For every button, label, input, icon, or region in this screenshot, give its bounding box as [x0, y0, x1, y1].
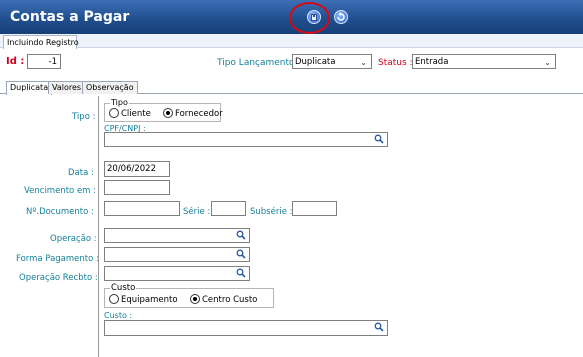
search-icon — [374, 134, 384, 144]
refresh-icon — [337, 12, 345, 21]
status-label: Status : — [378, 58, 413, 68]
radio-centro-custo-label: Centro Custo — [202, 295, 258, 305]
radio-cliente[interactable] — [109, 108, 119, 118]
tab-observacao[interactable]: Observação — [82, 81, 138, 94]
search-icon — [236, 249, 246, 259]
serie-label: Série : — [183, 207, 211, 217]
window-title: Contas a Pagar — [10, 9, 130, 25]
mode-strip — [0, 34, 583, 48]
refresh-button[interactable] — [334, 10, 348, 24]
operacao-recbto-label: Operação Recbto : — [19, 273, 98, 283]
custo-group-title: Custo — [110, 283, 137, 293]
mode-tab-label: Incluindo Registro — [7, 38, 79, 47]
operacao-recbto-input[interactable] — [104, 266, 250, 281]
search-icon — [236, 268, 246, 278]
forma-pagamento-label: Forma Pagamento : — [16, 254, 99, 264]
operacao-input[interactable] — [104, 228, 250, 243]
tipo-group-title: Tipo — [110, 98, 129, 107]
radio-cliente-label: Cliente — [121, 109, 151, 119]
radio-equipamento[interactable] — [109, 294, 119, 304]
subserie-label: Subsérie : — [250, 207, 293, 217]
panel-divider — [98, 96, 99, 357]
tab-valores[interactable]: Valores — [48, 81, 86, 94]
data-input[interactable]: 20/06/2022 — [104, 161, 170, 177]
radio-fornecedor[interactable] — [163, 108, 173, 118]
forma-pagamento-input[interactable] — [104, 247, 250, 262]
status-value: Entrada — [415, 57, 449, 67]
cpf-input[interactable] — [104, 132, 388, 147]
subserie-input[interactable] — [292, 201, 337, 216]
chevron-down-icon: ⌄ — [544, 58, 551, 67]
vencimento-input[interactable] — [104, 180, 170, 195]
vencimento-label: Vencimento em : — [24, 186, 97, 196]
radio-equipamento-label: Equipamento — [121, 295, 178, 305]
tab-duplicata[interactable]: Duplicata — [6, 81, 53, 95]
operacao-label: Operação : — [50, 234, 97, 244]
search-icon — [236, 230, 246, 240]
tipo-lancamento-value: Duplicata — [295, 57, 336, 67]
documento-input[interactable] — [104, 201, 180, 216]
mode-tab: Incluindo Registro — [3, 35, 79, 49]
tipo-label: Tipo : — [72, 112, 96, 122]
custo-label: Custo : — [104, 311, 133, 320]
radio-centro-custo[interactable] — [190, 294, 200, 304]
data-label: Data : — [68, 168, 94, 178]
custo-input[interactable] — [104, 320, 388, 336]
radio-fornecedor-label: Fornecedor — [175, 109, 223, 119]
tipo-lancamento-select[interactable]: Duplicata ⌄ — [292, 54, 372, 69]
chevron-down-icon: ⌄ — [360, 58, 367, 67]
id-field[interactable]: -1 — [27, 54, 61, 69]
id-label: Id : — [6, 56, 25, 67]
serie-input[interactable] — [211, 201, 246, 216]
search-icon — [374, 322, 384, 332]
documento-label: Nº.Documento : — [26, 207, 94, 217]
status-select[interactable]: Entrada ⌄ — [412, 54, 556, 69]
highlight-circle — [289, 2, 330, 34]
tipo-lancamento-label: Tipo Lançamento : — [217, 58, 301, 68]
